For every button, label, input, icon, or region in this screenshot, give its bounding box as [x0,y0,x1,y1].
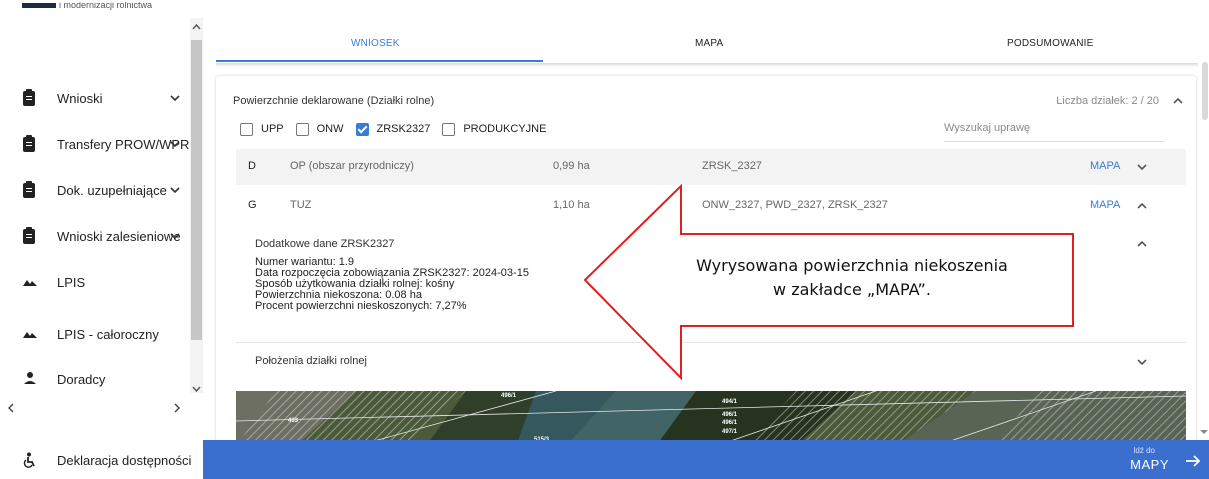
clipboard-icon [23,180,35,198]
tab-bar: WNIOSEK MAPA PODSUMOWANIE [216,28,1198,62]
checkbox-zrsk2327[interactable] [355,122,369,136]
page-scrollbar-thumb[interactable] [1202,62,1208,120]
checkbox-label: ZRSK2327 [376,123,431,135]
panel-title: Powierzchnie deklarowane (Działki rolne) [233,95,435,107]
map-link[interactable]: MAPA [1090,160,1120,172]
map-parcel-label: 496/1 [722,420,738,426]
details-title: Dodatkowe dane ZRSK2327 [255,238,395,250]
go-to-map-button[interactable]: MAPY [1130,457,1169,472]
annotation-text: Wyrysowana powierzchnia niekoszenia w za… [642,254,1062,302]
scroll-left-icon[interactable] [6,402,16,414]
tab-podsumowanie[interactable]: PODSUMOWANIE [1007,38,1093,49]
parcel-map-preview[interactable]: 496/1 494/1 496/1 496/1 497/1 433 515/3 [236,391,1186,446]
chevron-down-icon[interactable] [1136,357,1148,367]
sidebar-item-lpis[interactable]: LPIS [0,268,190,296]
map-link[interactable]: MAPA [1090,199,1120,211]
aerial-map-image: 496/1 494/1 496/1 496/1 497/1 433 515/3 [236,391,1186,446]
annotation-line: w zakładce „MAPA”. [773,280,931,299]
chevron-up-icon[interactable] [1136,201,1148,211]
checkbox-onw[interactable] [295,122,309,136]
sidebar-item-dok-uzupelniajace[interactable]: Dok. uzupełniające [0,176,190,204]
clipboard-icon [23,88,35,106]
parcel-letter: D [248,160,256,172]
scroll-down-icon[interactable] [190,382,203,396]
sidebar-item-label: LPIS - całoroczny [57,326,159,342]
tab-bar-shadow [216,63,1198,67]
crop-search [944,118,1164,142]
checkbox-label: PRODUKCYJNE [463,123,547,135]
chevron-up-icon[interactable] [1172,96,1184,106]
filter-checkboxes: UPP ONW ZRSK2327 PRODUKCYJNE [240,121,558,137]
scroll-right-icon[interactable] [172,402,182,414]
detail-line: Procent powierzchni nieskoszonych: 7,27% [255,300,467,312]
sidebar: i modernizacji rolnictwa Wnioski Transfe… [0,0,203,479]
sidebar-item-label: LPIS [57,274,86,290]
parcel-letter: G [248,199,257,211]
location-label: Położenia działki rolnej [255,355,367,367]
parcel-count: Liczba działek: 2 / 20 [1056,95,1159,107]
checkbox-label: UPP [261,123,284,135]
sidebar-scrollbar-thumb[interactable] [191,40,202,340]
map-parcel-label: 433 [288,418,299,424]
sidebar-item-wnioski[interactable]: Wnioski [0,84,190,112]
person-icon [24,372,36,384]
chevron-down-icon[interactable] [169,138,181,150]
chevron-down-icon[interactable] [169,184,181,196]
details-lines: Numer wariantu: 1.9 Data rozpoczęcia zob… [255,257,529,312]
parcel-crop: OP (obszar przyrodniczy) [290,160,414,172]
map-parcel-label: 496/1 [501,393,517,399]
parcel-codes: ZRSK_2327 [702,160,762,172]
sidebar-item-label: Doradcy [57,371,106,387]
sidebar-horizontal-scrollbar[interactable] [0,398,190,418]
tab-wniosek[interactable]: WNIOSEK [351,38,400,49]
go-to-map-bar[interactable]: Idź do MAPY [203,440,1209,479]
accessibility-label: Deklaracja dostępności [57,453,192,468]
annotation-line: Wyrysowana powierzchnia niekoszenia [696,256,1008,275]
go-to-caption: Idź do [1133,446,1155,455]
sidebar-item-accessibility[interactable]: Deklaracja dostępności [0,440,203,479]
checkbox-label: ONW [316,123,344,135]
crop-search-input[interactable] [944,118,1164,138]
tab-mapa[interactable]: MAPA [695,38,723,49]
chevron-up-icon[interactable] [1136,239,1148,249]
map-parcel-label: 497/1 [722,429,738,435]
chevron-down-icon[interactable] [1136,162,1148,172]
map-parcel-label: 496/1 [722,412,738,418]
active-tab-indicator [216,60,543,62]
chevron-down-icon[interactable] [169,92,181,104]
agency-logo [22,3,56,8]
sidebar-item-label: Wnioski [57,90,103,106]
sidebar-item-doradcy[interactable]: Doradcy [0,365,190,393]
scroll-up-icon[interactable] [190,20,203,34]
scroll-down-icon[interactable] [1199,428,1209,436]
accessibility-icon [23,452,35,468]
map-parcel-label: 494/1 [722,399,738,405]
checkbox-produkcyjne[interactable] [442,122,456,136]
checkbox-upp[interactable] [240,122,253,136]
mountain-icon [23,280,37,286]
clipboard-icon [23,134,35,152]
sidebar-item-transfery[interactable]: Transfery PROW/WPR [0,130,190,158]
table-row[interactable]: D OP (obszar przyrodniczy) 0,99 ha ZRSK_… [236,149,1186,185]
sidebar-item-label: Wnioski zalesieniowe [57,228,181,244]
parcel-crop: TUZ [290,199,312,211]
mountain-icon [23,332,37,338]
sidebar-item-wnioski-zalesieniowe[interactable]: Wnioski zalesieniowe [0,222,190,250]
arrow-right-icon[interactable] [1185,454,1201,468]
sidebar-item-label: Dok. uzupełniające [57,182,167,198]
clipboard-icon [23,226,35,244]
sidebar-item-lpis-caloroczny[interactable]: LPIS - całoroczny [0,320,190,348]
sidebar-header-text: i modernizacji rolnictwa [22,2,192,14]
chevron-down-icon[interactable] [169,230,181,242]
parcel-area: 0,99 ha [553,160,590,172]
